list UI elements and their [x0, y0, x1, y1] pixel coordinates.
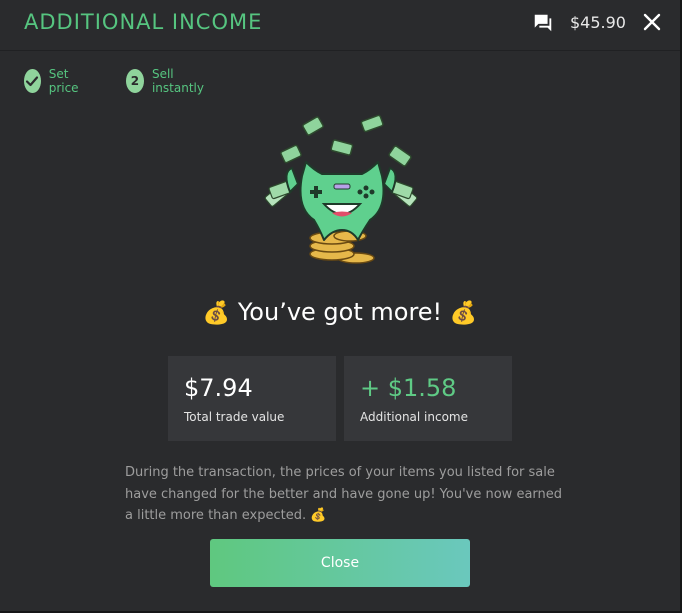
modal-header: ADDITIONAL INCOME $45.90	[0, 0, 680, 51]
additional-income-card: + $1.58 Additional income	[344, 356, 512, 441]
step-sell-instantly: 2 Sell instantly	[126, 67, 210, 95]
mascot-illustration	[264, 114, 418, 264]
modal-title: ADDITIONAL INCOME	[24, 10, 263, 34]
success-headline: 💰 You’ve got more! 💰	[0, 298, 680, 326]
step-set-price: Set price	[24, 67, 86, 95]
step-label: Set price	[48, 67, 79, 95]
headline-text: You’ve got more!	[237, 298, 443, 326]
description-text: During the transaction, the prices of yo…	[125, 465, 563, 523]
flying-bills	[280, 114, 412, 167]
chat-icon[interactable]	[532, 12, 554, 34]
mascot-body	[285, 161, 397, 241]
step-number: 2	[126, 69, 144, 93]
money-bag-icon: 💰	[449, 301, 478, 326]
card-label: Total trade value	[184, 410, 285, 424]
total-trade-value-card: $7.94 Total trade value	[168, 356, 336, 441]
step-done-circle	[24, 69, 41, 93]
additional-income-modal: ADDITIONAL INCOME $45.90 Set price 2 Sel…	[0, 0, 682, 613]
close-button[interactable]: Close	[210, 539, 470, 587]
coin-stack	[309, 230, 375, 264]
check-icon	[26, 76, 39, 87]
card-value: $7.94	[184, 374, 253, 402]
card-value: + $1.58	[360, 374, 457, 402]
close-icon[interactable]	[643, 13, 661, 31]
card-label: Additional income	[360, 410, 469, 424]
step-label: Sell instantly	[151, 67, 204, 95]
money-bag-icon: 💰	[202, 301, 231, 326]
balance-amount: $45.90	[570, 13, 626, 32]
